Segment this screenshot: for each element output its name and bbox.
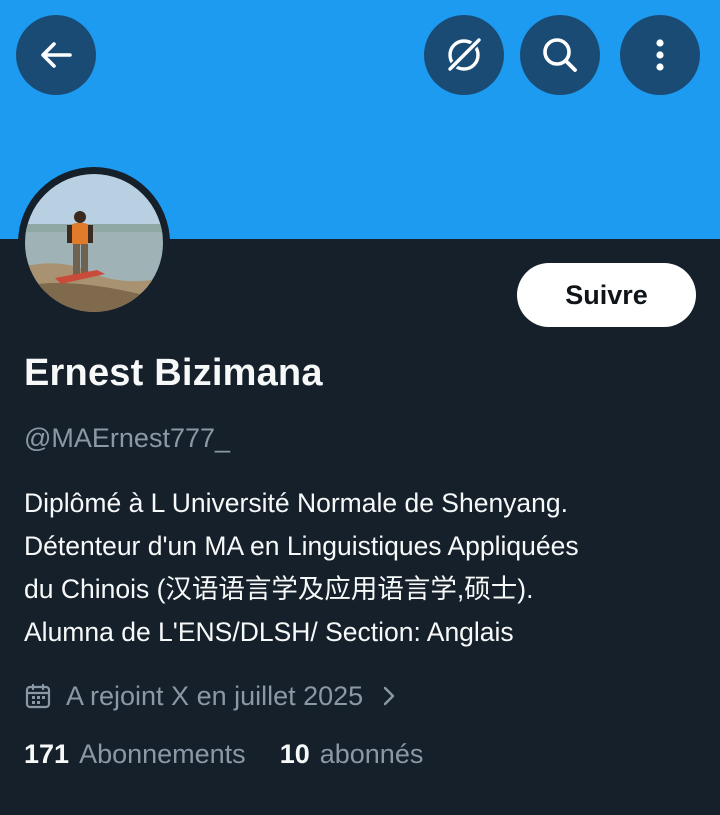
bio-line: du Chinois (汉语语言学及应用语言学,硕士). [24, 574, 534, 604]
bio-line: Détenteur d'un MA en Linguistiques Appli… [24, 531, 579, 561]
followers-link[interactable]: 10 abonnés [280, 739, 424, 770]
bio-line: Diplômé à L Université Normale de Shenya… [24, 488, 569, 518]
following-label: Abonnements [79, 739, 246, 769]
followers-count: 10 [279, 739, 310, 769]
profile-name: Ernest Bizimana [24, 352, 323, 394]
calendar-icon [25, 683, 51, 709]
chevron-right-icon [384, 686, 395, 706]
bio-line: Alumna de L'ENS/DLSH/ Section: Anglais [24, 617, 514, 647]
followers-label: abonnés [319, 739, 424, 769]
profile-bio: Diplômé à L Université Normale de Shenya… [24, 482, 704, 654]
joined-date-row[interactable]: A rejoint X en juillet 2025 [24, 676, 397, 716]
back-arrow-icon [41, 42, 72, 68]
joined-date-text: A rejoint X en juillet 2025 [66, 680, 364, 711]
search-icon [543, 38, 577, 72]
avatar[interactable] [25, 174, 163, 312]
following-count: 171 [24, 739, 70, 769]
avatar-frame[interactable] [18, 167, 170, 319]
follow-button[interactable]: Suivre [517, 263, 696, 327]
more-button[interactable] [620, 15, 700, 95]
grok-icon [446, 36, 483, 73]
back-button[interactable] [16, 15, 96, 95]
following-link[interactable]: 171 Abonnements [24, 739, 246, 770]
search-button[interactable] [520, 15, 600, 95]
more-vertical-icon [656, 39, 664, 71]
avatar-photo [25, 174, 163, 312]
grok-button[interactable] [424, 15, 504, 95]
profile-handle: @MAErnest777_ [24, 423, 231, 453]
follow-stats: 171 Abonnements 10 abonnés [24, 739, 423, 770]
